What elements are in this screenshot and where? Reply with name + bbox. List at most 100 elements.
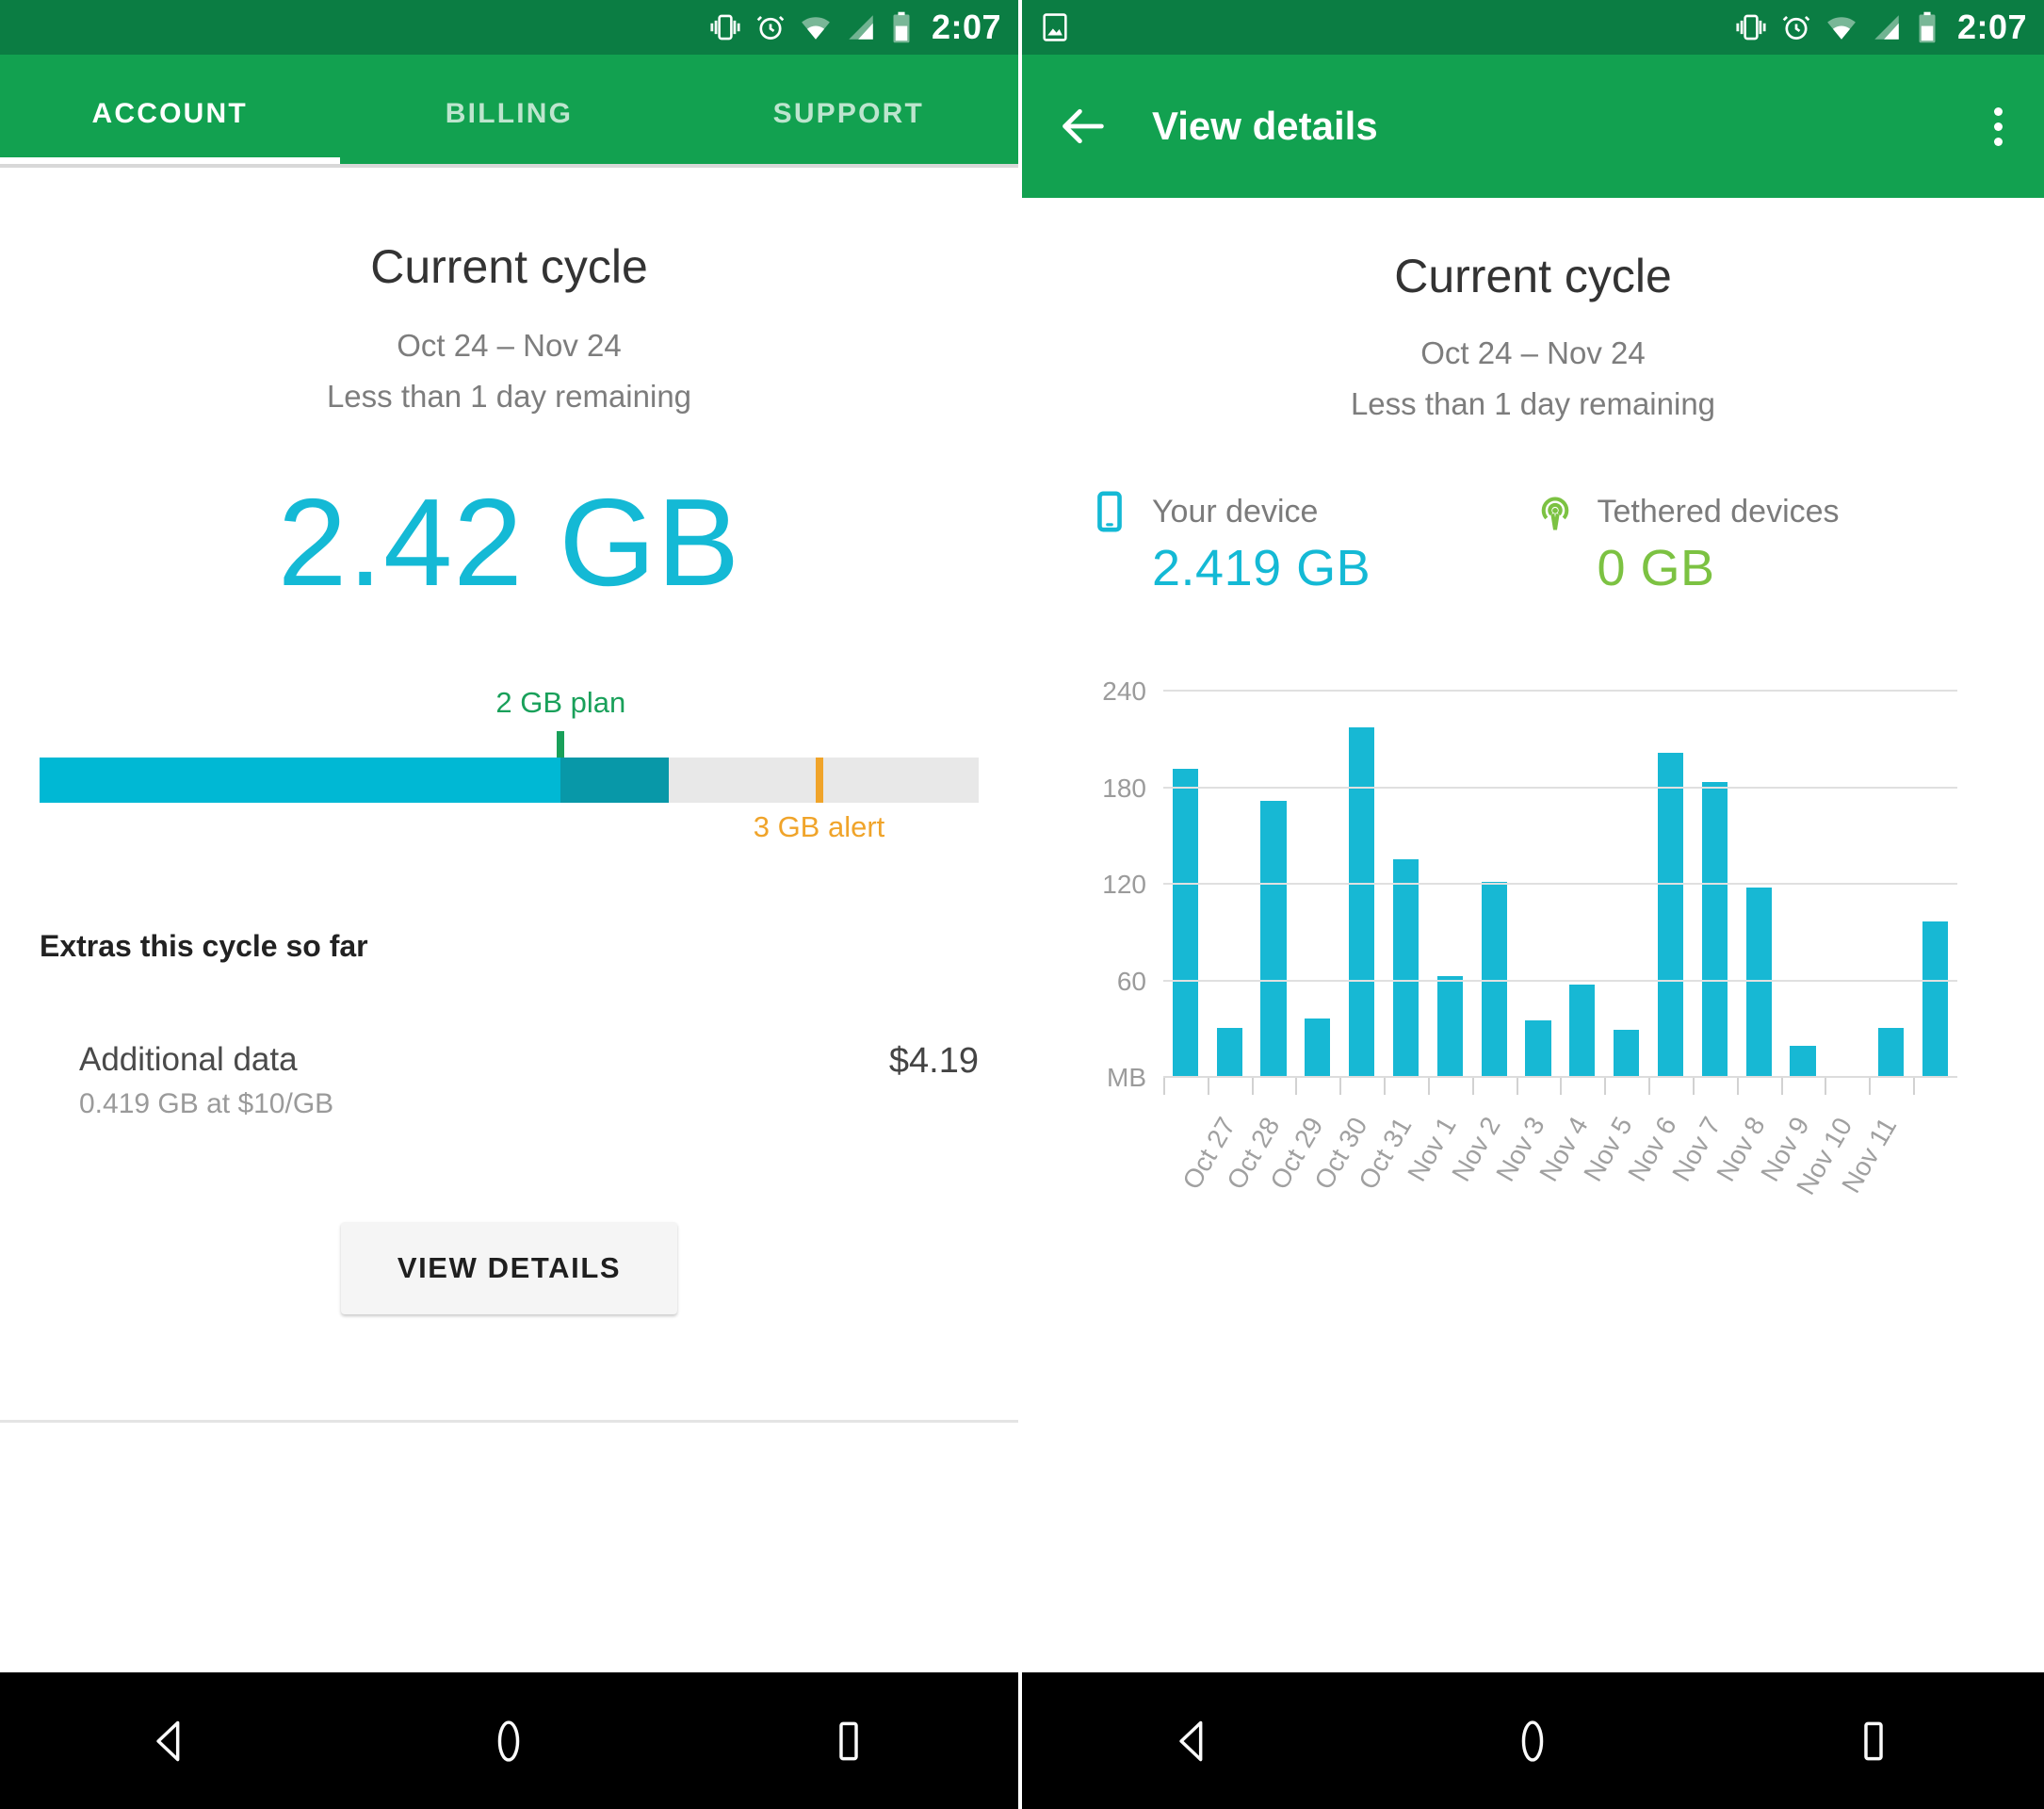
status-bar-clock-2: 2:07 (1956, 8, 2027, 46)
view-details-button[interactable]: VIEW DETAILS (340, 1222, 678, 1314)
chart-bar-slot (1295, 692, 1339, 1078)
status-bar-right-icons: 2:07 (709, 8, 1001, 47)
chart-x-tick (1780, 1078, 1825, 1099)
chart-x-labels: Oct 27 Oct 28 Oct 29 Oct 30 Oct 31 Nov 1 Nov 2… (1163, 1099, 1957, 1240)
cycle-remaining-left: Less than 1 day remaining (326, 379, 692, 414)
chart-bar-slot (1163, 692, 1208, 1078)
notification-icons (1039, 11, 1071, 43)
chart-x-label-slot (1913, 1099, 1957, 1240)
content-divider (0, 1420, 1018, 1423)
chart-x-tick (1560, 1078, 1604, 1099)
nav-home-button[interactable] (452, 1699, 565, 1784)
back-arrow-icon[interactable] (1056, 99, 1111, 154)
status-bar-clock: 2:07 (931, 8, 1001, 46)
chart-bar (1525, 1019, 1551, 1078)
battery-icon (893, 11, 910, 43)
chart-bar (1260, 801, 1287, 1078)
status-bar-left: 2:07 (0, 0, 1018, 55)
tab-billing[interactable]: BILLING (339, 98, 678, 164)
chart-bar (1614, 1029, 1640, 1078)
extra-item-detail: 0.419 GB at $10/GB (79, 1088, 334, 1119)
chart-x-tick (1604, 1078, 1648, 1099)
chart-gridline (1163, 690, 1957, 692)
image-icon (1043, 13, 1067, 41)
right-screen-view-details: 2:07 View details Current cycle Oct 24 –… (1022, 0, 2044, 1809)
chart-gridline (1163, 979, 1957, 982)
tab-bar: ACCOUNT BILLING SUPPORT (0, 55, 1018, 164)
alert-threshold-label: 3 GB alert (753, 810, 885, 843)
chart-bar (1172, 769, 1198, 1078)
left-screen-account: 2:07 ACCOUNT BILLING SUPPORT Current cyc… (0, 0, 1022, 1809)
daily-usage-chart: MB 60 120 180 240 Oct 27 Oct 28 Oct 29 Oct 30 Oc… (1022, 676, 2044, 1240)
chart-y-tick-label: MB (1107, 1063, 1146, 1092)
stat-label-tethered: Tethered devices (1597, 493, 1840, 530)
plan-limit-label: 2 GB plan (495, 686, 626, 719)
chart-y-tick-label: 240 (1102, 676, 1146, 706)
battery-icon (1919, 11, 1936, 43)
account-content: Current cycle Oct 24 – Nov 24 Less than … (0, 168, 1018, 1672)
chart-x-tick (1163, 1078, 1208, 1099)
alarm-icon (1782, 15, 1810, 40)
chart-bar (1657, 752, 1684, 1078)
chart-x-tick (1207, 1078, 1252, 1099)
chart-bar-slot (1208, 692, 1252, 1078)
chart-x-tick (1516, 1078, 1561, 1099)
system-nav-bar-left (0, 1672, 1018, 1809)
chart-bar-slot (1737, 692, 1781, 1078)
stat-value-device: 2.419 GB (1152, 540, 1371, 596)
status-bar-right: 2:07 (1022, 0, 2044, 55)
chart-gridline (1163, 786, 1957, 789)
stat-your-device: Your device 2.419 GB (1088, 490, 1533, 597)
app-bar-view-details: View details (1022, 55, 2044, 198)
chart-bar-slot (1648, 692, 1693, 1078)
chart-x-tick (1825, 1078, 1869, 1099)
chart-bar (1922, 921, 1949, 1078)
cycle-remaining-right: Less than 1 day remaining (1350, 386, 1716, 421)
chart-bar (1745, 888, 1772, 1078)
wifi-icon (802, 17, 830, 40)
chart-x-ticks (1163, 1078, 1957, 1099)
usage-progress-bar (40, 758, 979, 803)
chart-x-tick (1736, 1078, 1781, 1099)
usage-breakdown-row: Your device 2.419 GB Tethered devices 0 … (1022, 490, 2044, 597)
cycle-date-range-right: Oct 24 – Nov 24 (1420, 335, 1646, 370)
nav-recents-button-2[interactable] (1817, 1699, 1930, 1784)
system-nav-bar-right (1022, 1672, 2044, 1809)
cycle-title-left: Current cycle (370, 240, 648, 293)
alarm-icon (756, 15, 785, 40)
nav-recents-button[interactable] (792, 1699, 905, 1784)
nav-back-button-2[interactable] (1136, 1699, 1249, 1784)
chart-bar-slot (1825, 692, 1869, 1078)
alert-threshold-marker (815, 758, 823, 803)
view-details-content: Current cycle Oct 24 – Nov 24 Less than … (1022, 198, 2044, 1672)
chart-bar (1790, 1045, 1816, 1078)
tab-support[interactable]: SUPPORT (679, 98, 1018, 164)
tab-account[interactable]: ACCOUNT (0, 98, 339, 164)
chart-x-tick (1869, 1078, 1913, 1099)
chart-bars (1163, 692, 1957, 1078)
dual-screenshot: 2:07 ACCOUNT BILLING SUPPORT Current cyc… (0, 0, 2044, 1809)
overflow-menu-icon[interactable] (1987, 100, 2010, 154)
chart-y-tick-label: 120 (1102, 870, 1146, 899)
chart-x-tick (1251, 1078, 1296, 1099)
stat-label-device: Your device (1152, 493, 1319, 530)
nav-home-button-2[interactable] (1476, 1699, 1589, 1784)
chart-x-label-slot: Nov 11 (1836, 1099, 1913, 1240)
chart-x-tick (1427, 1078, 1472, 1099)
extras-row-additional-data: Additional data 0.419 GB at $10/GB $4.19 (79, 1041, 979, 1120)
tether-icon (1541, 497, 1568, 530)
chart-bar-slot (1472, 692, 1517, 1078)
chart-x-tick (1648, 1078, 1693, 1099)
chart-bar-slot (1428, 692, 1472, 1078)
nav-back-button[interactable] (113, 1699, 226, 1784)
chart-bar-slot (1604, 692, 1648, 1078)
stat-tethered-devices: Tethered devices 0 GB (1533, 490, 1979, 597)
usage-progress-fill (40, 758, 561, 803)
chart-bar (1392, 858, 1419, 1078)
tab-active-indicator (0, 157, 340, 164)
wifi-icon (1827, 17, 1856, 40)
chart-x-tick (1692, 1078, 1737, 1099)
status-bar-right-icons-2: 2:07 (1735, 8, 2027, 47)
chart-x-tick (1913, 1078, 1957, 1099)
signal-icon (1874, 15, 1899, 40)
